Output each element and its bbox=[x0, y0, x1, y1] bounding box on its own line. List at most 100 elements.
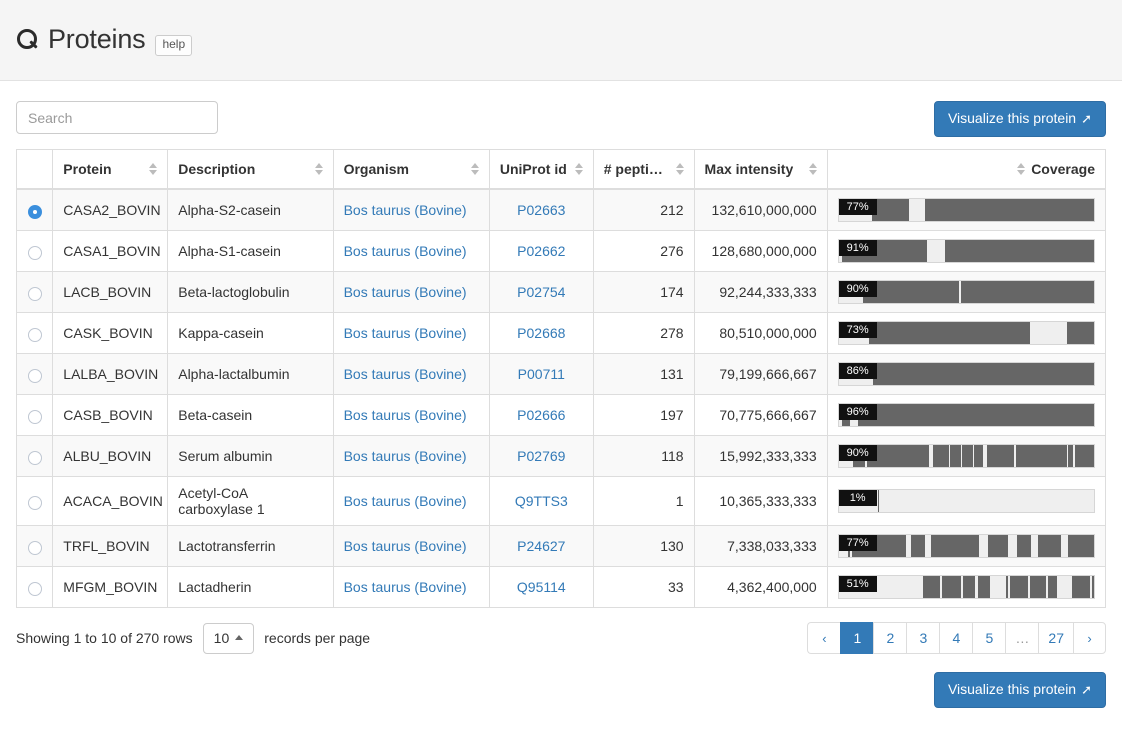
pagination-page-4[interactable]: 4 bbox=[939, 622, 972, 654]
cell-coverage[interactable]: 86% bbox=[827, 354, 1105, 395]
pagination-prev[interactable]: ‹ bbox=[807, 622, 840, 654]
table-row[interactable]: LALBA_BOVIN Alpha-lactalbumin Bos taurus… bbox=[17, 354, 1106, 395]
cell-organism[interactable]: Bos taurus (Bovine) bbox=[333, 313, 489, 354]
row-select-cell[interactable] bbox=[17, 272, 53, 313]
cell-uniprot[interactable]: P02769 bbox=[489, 436, 593, 477]
row-select-cell[interactable] bbox=[17, 189, 53, 231]
cell-coverage[interactable]: 90% bbox=[827, 272, 1105, 313]
uniprot-link[interactable]: Q95114 bbox=[517, 579, 566, 595]
pagination-page-1[interactable]: 1 bbox=[840, 622, 873, 654]
uniprot-link[interactable]: P02662 bbox=[517, 243, 565, 259]
cell-uniprot[interactable]: P02668 bbox=[489, 313, 593, 354]
row-radio[interactable] bbox=[28, 246, 42, 260]
row-radio[interactable] bbox=[28, 541, 42, 555]
sort-icon-description[interactable] bbox=[315, 163, 323, 175]
cell-coverage[interactable]: 91% bbox=[827, 231, 1105, 272]
organism-link[interactable]: Bos taurus (Bovine) bbox=[344, 243, 467, 259]
table-row[interactable]: CASA1_BOVIN Alpha-S1-casein Bos taurus (… bbox=[17, 231, 1106, 272]
cell-uniprot[interactable]: Q9TTS3 bbox=[489, 477, 593, 526]
sort-icon-uniprot[interactable] bbox=[575, 163, 583, 175]
pagination-page-27[interactable]: 27 bbox=[1038, 622, 1073, 654]
uniprot-link[interactable]: Q9TTS3 bbox=[515, 493, 568, 509]
page-size-dropdown[interactable]: 10 bbox=[203, 623, 255, 654]
sort-icon-max-intensity[interactable] bbox=[809, 163, 817, 175]
row-select-cell[interactable] bbox=[17, 567, 53, 608]
cell-organism[interactable]: Bos taurus (Bovine) bbox=[333, 189, 489, 231]
column-header-description[interactable]: Description bbox=[168, 149, 333, 189]
row-select-cell[interactable] bbox=[17, 436, 53, 477]
pagination-page-2[interactable]: 2 bbox=[873, 622, 906, 654]
visualize-protein-button-top[interactable]: Visualize this protein➚ bbox=[934, 101, 1106, 137]
pagination-page-5[interactable]: 5 bbox=[972, 622, 1005, 654]
uniprot-link[interactable]: P02663 bbox=[517, 202, 565, 218]
organism-link[interactable]: Bos taurus (Bovine) bbox=[344, 448, 467, 464]
column-header-uniprot[interactable]: UniProt id bbox=[489, 149, 593, 189]
cell-uniprot[interactable]: P02662 bbox=[489, 231, 593, 272]
cell-organism[interactable]: Bos taurus (Bovine) bbox=[333, 395, 489, 436]
uniprot-link[interactable]: P00711 bbox=[518, 366, 565, 382]
row-select-cell[interactable] bbox=[17, 477, 53, 526]
row-radio[interactable] bbox=[28, 410, 42, 424]
organism-link[interactable]: Bos taurus (Bovine) bbox=[344, 366, 467, 382]
search-input[interactable] bbox=[16, 101, 218, 134]
visualize-protein-button-bottom[interactable]: Visualize this protein➚ bbox=[934, 672, 1106, 708]
cell-coverage[interactable]: 77% bbox=[827, 526, 1105, 567]
row-select-cell[interactable] bbox=[17, 526, 53, 567]
organism-link[interactable]: Bos taurus (Bovine) bbox=[344, 202, 467, 218]
cell-uniprot[interactable]: Q95114 bbox=[489, 567, 593, 608]
row-select-cell[interactable] bbox=[17, 395, 53, 436]
column-header-max-intensity[interactable]: Max intensity bbox=[694, 149, 827, 189]
cell-organism[interactable]: Bos taurus (Bovine) bbox=[333, 231, 489, 272]
cell-organism[interactable]: Bos taurus (Bovine) bbox=[333, 477, 489, 526]
row-radio[interactable] bbox=[28, 451, 42, 465]
table-row[interactable]: CASA2_BOVIN Alpha-S2-casein Bos taurus (… bbox=[17, 189, 1106, 231]
organism-link[interactable]: Bos taurus (Bovine) bbox=[344, 284, 467, 300]
cell-uniprot[interactable]: P02663 bbox=[489, 189, 593, 231]
cell-coverage[interactable]: 77% bbox=[827, 189, 1105, 231]
row-radio[interactable] bbox=[28, 287, 42, 301]
row-select-cell[interactable] bbox=[17, 313, 53, 354]
cell-uniprot[interactable]: P00711 bbox=[489, 354, 593, 395]
column-header-coverage[interactable]: Coverage bbox=[827, 149, 1105, 189]
table-row[interactable]: LACB_BOVIN Beta-lactoglobulin Bos taurus… bbox=[17, 272, 1106, 313]
cell-coverage[interactable]: 51% bbox=[827, 567, 1105, 608]
help-button[interactable]: help bbox=[155, 35, 192, 55]
cell-organism[interactable]: Bos taurus (Bovine) bbox=[333, 526, 489, 567]
organism-link[interactable]: Bos taurus (Bovine) bbox=[344, 579, 467, 595]
sort-icon-organism[interactable] bbox=[471, 163, 479, 175]
table-row[interactable]: CASB_BOVIN Beta-casein Bos taurus (Bovin… bbox=[17, 395, 1106, 436]
sort-icon-peptides[interactable] bbox=[676, 163, 684, 175]
column-header-peptides[interactable]: # peptides bbox=[593, 149, 694, 189]
row-select-cell[interactable] bbox=[17, 231, 53, 272]
row-radio[interactable] bbox=[28, 582, 42, 596]
cell-organism[interactable]: Bos taurus (Bovine) bbox=[333, 272, 489, 313]
cell-uniprot[interactable]: P02754 bbox=[489, 272, 593, 313]
cell-coverage[interactable]: 90% bbox=[827, 436, 1105, 477]
cell-coverage[interactable]: 96% bbox=[827, 395, 1105, 436]
column-header-organism[interactable]: Organism bbox=[333, 149, 489, 189]
pagination-page-3[interactable]: 3 bbox=[906, 622, 939, 654]
sort-icon-protein[interactable] bbox=[149, 163, 157, 175]
sort-icon-coverage[interactable] bbox=[1017, 163, 1025, 175]
table-row[interactable]: ACACA_BOVIN Acetyl-CoA carboxylase 1 Bos… bbox=[17, 477, 1106, 526]
column-header-protein[interactable]: Protein bbox=[53, 149, 168, 189]
uniprot-link[interactable]: P02666 bbox=[517, 407, 565, 423]
row-radio[interactable] bbox=[28, 328, 42, 342]
cell-organism[interactable]: Bos taurus (Bovine) bbox=[333, 567, 489, 608]
row-radio[interactable] bbox=[28, 369, 42, 383]
organism-link[interactable]: Bos taurus (Bovine) bbox=[344, 493, 467, 509]
organism-link[interactable]: Bos taurus (Bovine) bbox=[344, 538, 467, 554]
cell-organism[interactable]: Bos taurus (Bovine) bbox=[333, 354, 489, 395]
row-radio[interactable] bbox=[28, 205, 42, 219]
uniprot-link[interactable]: P02668 bbox=[517, 325, 565, 341]
cell-organism[interactable]: Bos taurus (Bovine) bbox=[333, 436, 489, 477]
pagination-next[interactable]: › bbox=[1073, 622, 1106, 654]
uniprot-link[interactable]: P02769 bbox=[517, 448, 565, 464]
table-row[interactable]: MFGM_BOVIN Lactadherin Bos taurus (Bovin… bbox=[17, 567, 1106, 608]
uniprot-link[interactable]: P02754 bbox=[517, 284, 565, 300]
cell-uniprot[interactable]: P24627 bbox=[489, 526, 593, 567]
row-select-cell[interactable] bbox=[17, 354, 53, 395]
organism-link[interactable]: Bos taurus (Bovine) bbox=[344, 325, 467, 341]
table-row[interactable]: TRFL_BOVIN Lactotransferrin Bos taurus (… bbox=[17, 526, 1106, 567]
table-row[interactable]: CASK_BOVIN Kappa-casein Bos taurus (Bovi… bbox=[17, 313, 1106, 354]
